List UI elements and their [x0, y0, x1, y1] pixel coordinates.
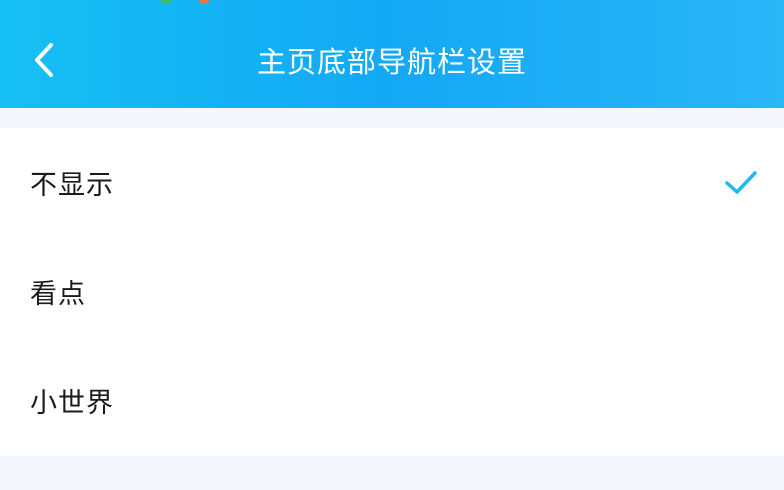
- status-indicator-icon: [198, 0, 210, 4]
- option-label: 不显示: [30, 170, 114, 201]
- app-screen: 主页底部导航栏设置 不显示 看点 小世界: [0, 0, 784, 490]
- page-title: 主页底部导航栏设置: [256, 45, 527, 79]
- status-indicator-icon: [160, 0, 172, 4]
- option-label: 看点: [30, 279, 86, 310]
- option-item-hide[interactable]: 不显示: [0, 128, 784, 237]
- option-label: 小世界: [30, 388, 114, 419]
- option-list: 不显示 看点 小世界: [0, 128, 784, 456]
- option-item-small-world[interactable]: 小世界: [0, 346, 784, 455]
- check-icon: [725, 170, 757, 194]
- option-item-kandian[interactable]: 看点: [0, 237, 784, 346]
- status-bar: [0, 0, 784, 4]
- nav-header: 主页底部导航栏设置: [0, 0, 784, 108]
